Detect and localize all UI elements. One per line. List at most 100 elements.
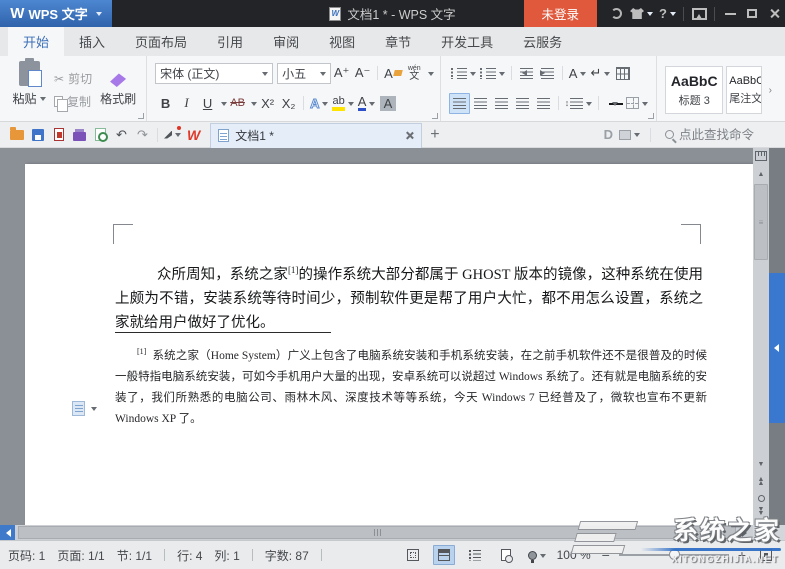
line-break-button[interactable]: ↵ — [588, 63, 612, 84]
text-effects-button[interactable]: A — [308, 93, 330, 114]
cut-button[interactable]: ✂ 剪切 — [54, 70, 92, 87]
skin-center-icon[interactable] — [627, 0, 656, 27]
highlight-color-button[interactable]: ab — [330, 93, 355, 114]
panel-toggle-button[interactable] — [619, 124, 640, 146]
app-menu-button[interactable]: W WPS 文字 — [0, 0, 112, 27]
vertical-scrollbar[interactable]: ▲ ≡ ▼ ▲ ▲ ▼ ▼ — [753, 148, 769, 525]
fit-page-button[interactable] — [755, 545, 777, 565]
search-input[interactable] — [679, 127, 779, 142]
clear-format-button[interactable]: A — [382, 63, 404, 84]
outline-view-button[interactable] — [464, 545, 486, 565]
footnote-reference[interactable]: [1] — [288, 265, 299, 275]
tab-dev-tools[interactable]: 开发工具 — [426, 27, 508, 56]
close-tab-icon[interactable] — [405, 131, 414, 140]
zoom-slider-knob[interactable] — [668, 549, 680, 560]
tab-page-layout[interactable]: 页面布局 — [120, 27, 202, 56]
docer-icon[interactable]: D — [604, 127, 613, 142]
chevron-down-icon[interactable] — [427, 71, 434, 79]
char-shading-button[interactable]: A — [377, 93, 398, 114]
align-center-button[interactable] — [470, 93, 491, 114]
command-search[interactable] — [665, 127, 779, 142]
document-page[interactable]: 众所周知，系统之家[1]的操作系统大部分都属于 GHOST 版本的镜像，这种系统… — [25, 164, 753, 525]
style-endnote-text[interactable]: AaBbC 尾注文 — [726, 66, 763, 114]
help-icon[interactable]: ? — [656, 0, 679, 27]
wps-cloud-icon[interactable] — [605, 0, 627, 27]
scroll-up-button[interactable]: ▲ — [753, 166, 769, 182]
next-page-button[interactable]: ▼ ▼ — [753, 504, 769, 520]
shrink-font-button[interactable]: A⁻ — [352, 63, 373, 84]
align-left-button[interactable] — [448, 92, 470, 114]
full-screen-button[interactable] — [402, 545, 424, 565]
footnote-text[interactable]: [1] 系统之家（Home System）广义上包含了电脑系统安装和手机系统安装，… — [115, 341, 707, 430]
strikethrough-button[interactable]: AB — [227, 93, 248, 114]
tab-review[interactable]: 审阅 — [258, 27, 314, 56]
print-layout-button[interactable] — [432, 545, 455, 565]
tab-cloud-service[interactable]: 云服务 — [508, 27, 577, 56]
login-button[interactable]: 未登录 — [523, 0, 598, 27]
tab-view[interactable]: 视图 — [314, 27, 370, 56]
justify-button[interactable] — [512, 93, 533, 114]
numbered-list-button[interactable] — [478, 63, 507, 84]
horizontal-scrollbar[interactable] — [0, 525, 753, 540]
zoom-level[interactable]: 100 % — [557, 548, 591, 562]
subscript-button[interactable]: X₂ — [278, 93, 299, 114]
save-button[interactable] — [27, 124, 48, 146]
customize-toolbar-button[interactable] — [162, 124, 183, 146]
task-pane-handle[interactable] — [769, 273, 785, 423]
copy-button[interactable]: 复制 — [54, 93, 92, 112]
zoom-out-button[interactable]: − — [602, 548, 610, 562]
print-button[interactable] — [69, 124, 90, 146]
tab-references[interactable]: 引用 — [202, 27, 258, 56]
open-button[interactable] — [6, 124, 27, 146]
align-right-button[interactable] — [491, 93, 512, 114]
increase-indent-button[interactable] — [537, 63, 558, 84]
styles-scroll-arrow[interactable]: › — [765, 66, 775, 114]
dialog-launcher-icon[interactable] — [648, 113, 655, 119]
tab-section[interactable]: 章节 — [370, 27, 426, 56]
distribute-button[interactable] — [533, 93, 554, 114]
scroll-down-button[interactable]: ▼ — [753, 456, 769, 472]
font-color-button[interactable]: A — [356, 93, 378, 114]
insert-table-button[interactable] — [612, 63, 633, 84]
web-layout-button[interactable] — [495, 545, 517, 565]
style-heading-3[interactable]: AaBbC 标题 3 — [665, 66, 724, 114]
paste-button[interactable]: 粘贴 — [8, 58, 50, 119]
font-name-select[interactable]: 宋体 (正文) — [155, 62, 274, 84]
line-spacing-button[interactable]: ↕ — [563, 93, 595, 114]
zoom-in-button[interactable]: + — [738, 548, 746, 562]
borders-button[interactable] — [624, 93, 650, 114]
shading-button[interactable] — [603, 93, 624, 114]
export-pdf-button[interactable] — [48, 124, 69, 146]
tab-home[interactable]: 开始 — [8, 27, 65, 56]
character-scale-button[interactable]: A — [567, 63, 589, 84]
bold-button[interactable]: B — [155, 93, 176, 114]
previous-page-button[interactable]: ▲ ▲ — [753, 474, 769, 490]
body-paragraph[interactable]: 众所周知，系统之家[1]的操作系统大部分都属于 GHOST 版本的镜像，这种系统… — [115, 258, 703, 335]
redo-button[interactable]: ↷ — [132, 124, 153, 146]
bullet-list-button[interactable] — [449, 63, 478, 84]
dialog-launcher-icon[interactable] — [138, 113, 145, 119]
float-window-icon[interactable] — [688, 0, 710, 27]
grow-font-button[interactable]: A⁺ — [331, 63, 352, 84]
vertical-scroll-thumb[interactable]: ≡ — [754, 184, 768, 260]
word-count-status[interactable]: 字数: 87 — [265, 547, 309, 564]
underline-button[interactable]: U — [197, 93, 218, 114]
italic-button[interactable]: I — [176, 93, 197, 114]
scroll-right-button[interactable] — [738, 525, 753, 540]
format-painter-button[interactable]: 格式刷 — [96, 61, 140, 119]
phonetic-guide-button[interactable]: wén 文 — [404, 63, 425, 84]
font-size-select[interactable]: 小五 — [277, 62, 332, 84]
paste-options-button[interactable] — [72, 401, 97, 416]
undo-button[interactable]: ↶ — [111, 124, 132, 146]
decrease-indent-button[interactable] — [516, 63, 537, 84]
maximize-button[interactable] — [741, 0, 763, 27]
dialog-launcher-icon[interactable] — [431, 113, 438, 119]
document-tab[interactable]: 文档1 * — [210, 122, 423, 148]
close-button[interactable] — [763, 0, 785, 27]
zoom-slider[interactable] — [618, 549, 729, 560]
minimize-button[interactable] — [719, 0, 741, 27]
scroll-left-button[interactable] — [0, 525, 15, 540]
superscript-button[interactable]: X² — [257, 93, 278, 114]
ruler-toggle-icon[interactable] — [755, 151, 767, 161]
eye-protection-button[interactable] — [526, 545, 548, 565]
